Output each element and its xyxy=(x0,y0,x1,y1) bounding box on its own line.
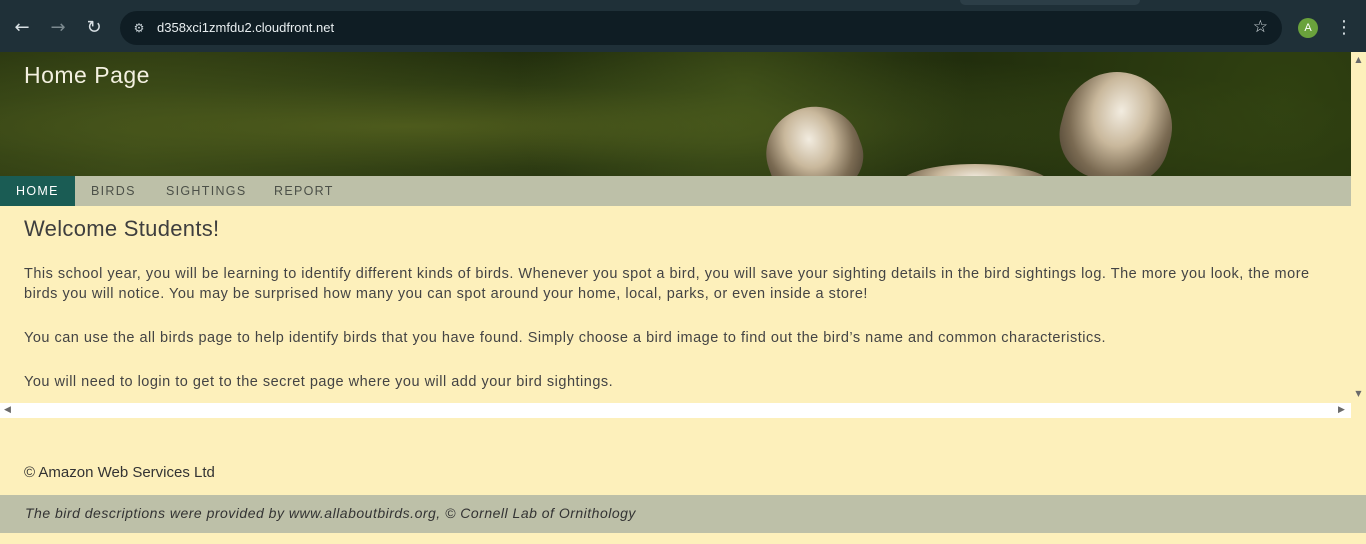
welcome-section: Welcome Students! This school year, you … xyxy=(0,206,1351,403)
bird-image-body xyxy=(900,164,1050,176)
scroll-right-icon[interactable]: ▶ xyxy=(1338,405,1345,415)
scroll-down-icon[interactable]: ▼ xyxy=(1354,389,1363,398)
nav-item-birds[interactable]: BIRDS xyxy=(75,176,152,206)
scroll-up-icon[interactable]: ▲ xyxy=(1354,55,1363,64)
nav-item-sightings[interactable]: SIGHTINGS xyxy=(150,176,262,206)
attribution-text: The bird descriptions were provided by w… xyxy=(25,505,636,521)
footer-bar: The bird descriptions were provided by w… xyxy=(0,495,1366,533)
main-nav: HOME BIRDS SIGHTINGS REPORT xyxy=(0,176,1351,206)
horizontal-scrollbar[interactable]: ◀ ▶ xyxy=(0,403,1351,418)
scrollbar-corner xyxy=(1351,403,1366,418)
site-info-icon[interactable]: ⚙ xyxy=(130,19,148,37)
profile-avatar[interactable]: A xyxy=(1298,18,1318,38)
bookmark-star-icon[interactable]: ☆ xyxy=(1253,17,1268,37)
login-paragraph: You will need to login to get to the sec… xyxy=(24,374,614,390)
welcome-heading: Welcome Students! xyxy=(24,216,220,241)
more-menu-icon[interactable]: ⋮ xyxy=(1334,15,1354,41)
tab-strip-edge xyxy=(960,0,1140,5)
page-viewport: Home Page HOME BIRDS SIGHTINGS REPORT We… xyxy=(0,52,1366,544)
url-text[interactable]: d358xci1zmfdu2.cloudfront.net xyxy=(157,20,334,35)
reload-icon[interactable]: ↻ xyxy=(81,15,107,41)
nav-item-home[interactable]: HOME xyxy=(0,176,75,206)
header-banner: Home Page xyxy=(0,52,1351,176)
scroll-left-icon[interactable]: ◀ xyxy=(4,405,11,415)
back-icon[interactable]: ← xyxy=(9,15,35,41)
birds-page-paragraph: You can use the all birds page to help i… xyxy=(24,330,1107,346)
copyright-text: © Amazon Web Services Ltd xyxy=(24,464,215,481)
forward-icon[interactable]: → xyxy=(45,15,71,41)
intro-paragraph: This school year, you will be learning t… xyxy=(24,266,1310,302)
bird-image-wing-left xyxy=(753,93,874,176)
bird-image-wing-right xyxy=(1049,59,1185,176)
vertical-scrollbar[interactable]: ▲ ▼ xyxy=(1351,52,1366,403)
browser-toolbar: ← → ↻ ⚙ d358xci1zmfdu2.cloudfront.net ☆ … xyxy=(0,0,1366,52)
address-bar[interactable]: ⚙ d358xci1zmfdu2.cloudfront.net ☆ xyxy=(120,11,1282,45)
page-title: Home Page xyxy=(24,62,150,88)
nav-item-report[interactable]: REPORT xyxy=(258,176,350,206)
